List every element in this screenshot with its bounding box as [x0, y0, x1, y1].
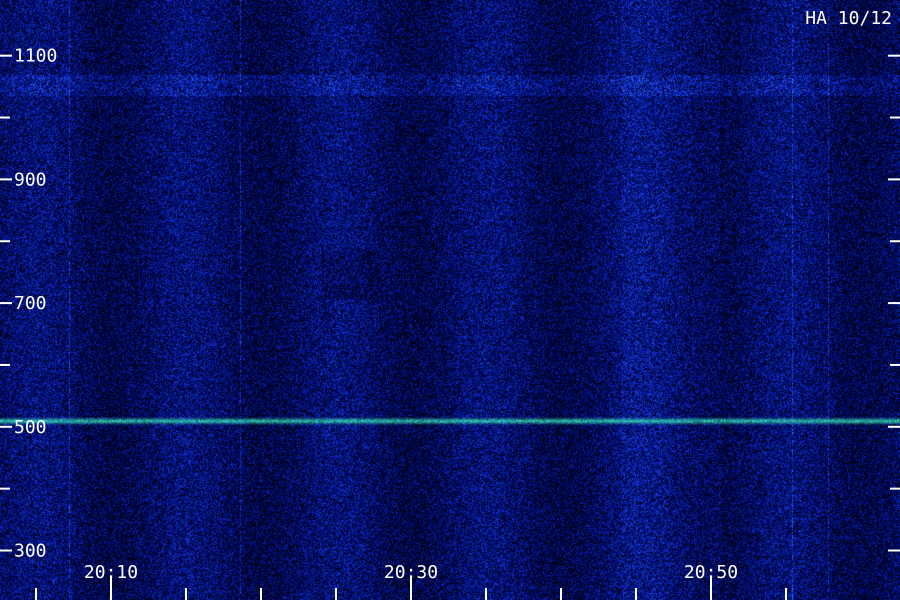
y-tick-label-1100: 1100 — [14, 46, 57, 67]
y-tick-label-900: 900 — [14, 169, 47, 190]
y-tick-label-500: 500 — [14, 417, 47, 438]
x-tick-label-2030: 20:30 — [384, 562, 438, 583]
y-tick-label-700: 700 — [14, 293, 47, 314]
x-tick-label-2010: 20:10 — [84, 562, 138, 583]
y-tick-label-300: 300 — [14, 541, 47, 562]
axis-overlay: HA 10/12 1100 900 700 500 300 20:10 20:3… — [0, 8, 900, 600]
x-tick-label-2050: 20:50 — [684, 562, 738, 583]
corner-label: HA 10/12 — [805, 8, 892, 29]
